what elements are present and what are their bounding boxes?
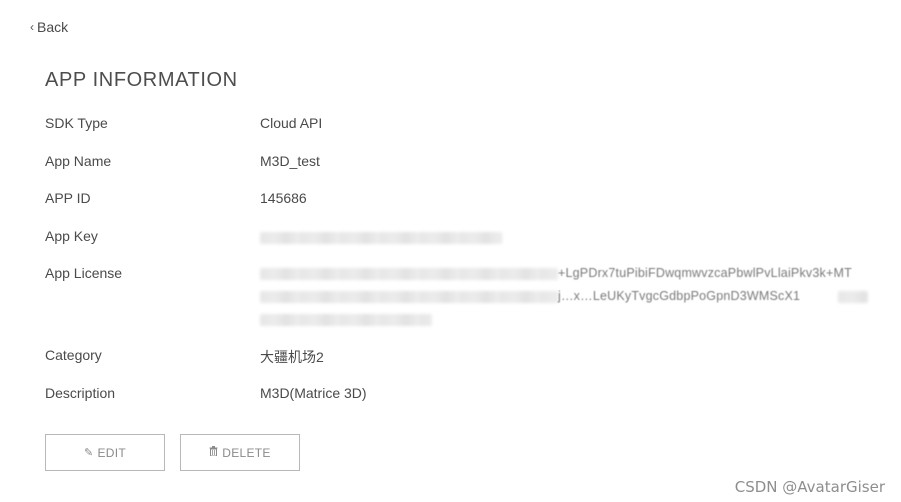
field-label: Description xyxy=(45,385,116,401)
page-title: APP INFORMATION xyxy=(45,69,238,91)
field-label: Category xyxy=(45,347,102,363)
field-label: SDK Type xyxy=(45,115,108,131)
field-value: Cloud API xyxy=(260,115,323,131)
redacted-app-key xyxy=(260,231,502,247)
field-app-license: App License +LgPDrx7tuPibiFDwqmwvzcaPbwl… xyxy=(45,265,885,335)
field-label: App Name xyxy=(45,153,112,169)
delete-label: DELETE xyxy=(222,445,271,460)
license-text-1: +LgPDrx7tuPibiFDwqmwvzcaPbwlPvLlaiPkv3k+… xyxy=(558,266,852,280)
field-value: 145686 xyxy=(260,190,307,206)
license-line-3 xyxy=(260,313,460,327)
edit-button[interactable]: ✎ EDIT xyxy=(45,434,165,471)
license-line-2: j…x…LeUKyTvgcGdbpPoGpnD3WMScX1 xyxy=(260,289,885,304)
chevron-left-icon: ‹ xyxy=(30,20,34,34)
field-label: App License xyxy=(45,265,123,281)
license-line-1: +LgPDrx7tuPibiFDwqmwvzcaPbwlPvLlaiPkv3k+… xyxy=(260,266,885,281)
delete-button[interactable]: DELETE xyxy=(180,434,300,471)
back-link[interactable]: ‹ Back xyxy=(30,19,68,35)
field-label: App Key xyxy=(45,228,98,244)
back-label: Back xyxy=(37,19,69,35)
field-value: M3D_test xyxy=(260,153,320,169)
field-label: APP ID xyxy=(45,190,91,206)
field-value: 大疆机场2 xyxy=(260,349,324,365)
field-value: M3D(Matrice 3D) xyxy=(260,385,367,401)
edit-label: EDIT xyxy=(97,445,127,460)
pencil-icon: ✎ xyxy=(83,447,94,459)
license-text-2: j…x…LeUKyTvgcGdbpPoGpnD3WMScX1 xyxy=(558,289,801,303)
watermark: CSDN @AvatarGiser xyxy=(734,478,885,496)
trash-icon xyxy=(209,446,218,459)
